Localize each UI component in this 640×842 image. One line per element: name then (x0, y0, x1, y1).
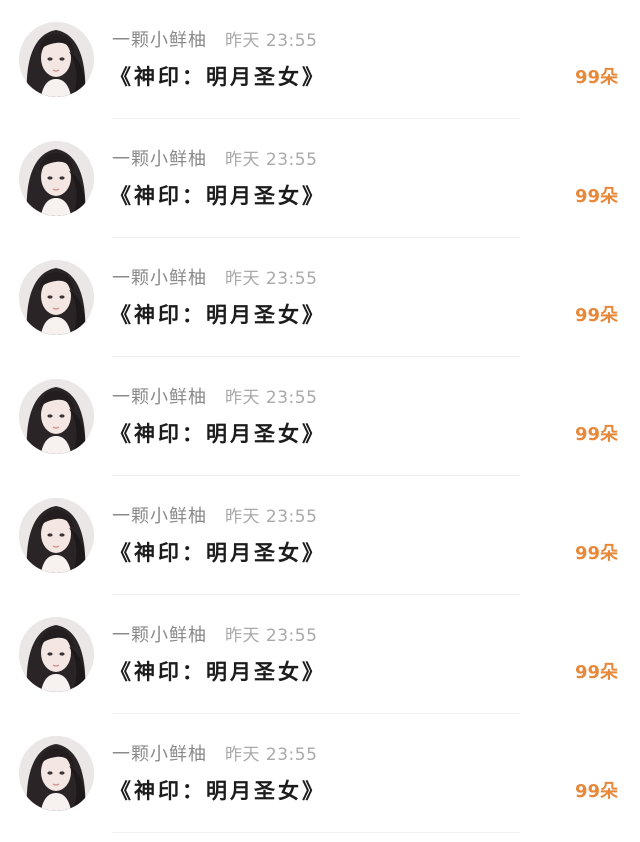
username[interactable]: 一颗小鲜柚 (112, 625, 207, 646)
user-avatar[interactable] (19, 141, 94, 216)
user-avatar[interactable] (19, 736, 94, 811)
timestamp: 昨天 23:55 (225, 388, 318, 408)
user-avatar[interactable] (19, 617, 94, 692)
avatar-portrait-icon (19, 141, 94, 216)
avatar-portrait-icon (19, 260, 94, 335)
gift-amount: 99朵 (574, 67, 618, 88)
list-item[interactable]: 一颗小鲜柚 昨天 23:55 《神印：明月圣女》 99朵 (0, 0, 640, 119)
gift-record-list: 一颗小鲜柚 昨天 23:55 《神印：明月圣女》 99朵 一颗小鲜柚 昨天 23:5… (0, 0, 640, 842)
gift-title[interactable]: 《神印：明月圣女》 (110, 775, 326, 807)
message-meta: 一颗小鲜柚 昨天 23:55 (112, 386, 317, 410)
gift-amount: 99朵 (574, 543, 618, 564)
message-meta: 一颗小鲜柚 昨天 23:55 (112, 743, 317, 767)
list-item[interactable]: 一颗小鲜柚 昨天 23:55 《神印：明月圣女》 99朵 (0, 119, 640, 238)
username[interactable]: 一颗小鲜柚 (112, 744, 207, 765)
avatar-portrait-icon (19, 498, 94, 573)
username[interactable]: 一颗小鲜柚 (112, 268, 207, 289)
username[interactable]: 一颗小鲜柚 (112, 30, 207, 51)
gift-title[interactable]: 《神印：明月圣女》 (110, 656, 326, 688)
gift-amount: 99朵 (574, 781, 618, 802)
message-meta: 一颗小鲜柚 昨天 23:55 (112, 148, 317, 172)
timestamp: 昨天 23:55 (225, 626, 318, 646)
gift-amount: 99朵 (574, 424, 618, 445)
user-avatar[interactable] (19, 498, 94, 573)
gift-title[interactable]: 《神印：明月圣女》 (110, 61, 326, 93)
list-item[interactable]: 一颗小鲜柚 昨天 23:55 《神印：明月圣女》 99朵 (0, 238, 640, 357)
gift-amount: 99朵 (574, 186, 618, 207)
avatar-portrait-icon (19, 617, 94, 692)
username[interactable]: 一颗小鲜柚 (112, 387, 207, 408)
timestamp: 昨天 23:55 (225, 31, 318, 51)
timestamp: 昨天 23:55 (225, 745, 318, 765)
list-item[interactable]: 一颗小鲜柚 昨天 23:55 《神印：明月圣女》 99朵 (0, 714, 640, 833)
timestamp: 昨天 23:55 (225, 269, 318, 289)
avatar-portrait-icon (19, 736, 94, 811)
username[interactable]: 一颗小鲜柚 (112, 506, 207, 527)
gift-amount: 99朵 (574, 662, 618, 683)
user-avatar[interactable] (19, 260, 94, 335)
gift-title[interactable]: 《神印：明月圣女》 (110, 418, 326, 450)
gift-title[interactable]: 《神印：明月圣女》 (110, 299, 326, 331)
timestamp: 昨天 23:55 (225, 150, 318, 170)
user-avatar[interactable] (19, 22, 94, 97)
avatar-portrait-icon (19, 22, 94, 97)
message-meta: 一颗小鲜柚 昨天 23:55 (112, 624, 317, 648)
user-avatar[interactable] (19, 379, 94, 454)
timestamp: 昨天 23:55 (225, 507, 318, 527)
row-divider (112, 832, 520, 833)
list-item[interactable]: 一颗小鲜柚 昨天 23:55 《神印：明月圣女》 99朵 (0, 476, 640, 595)
list-item[interactable]: 一颗小鲜柚 昨天 23:55 《神印：明月圣女》 99朵 (0, 595, 640, 714)
message-meta: 一颗小鲜柚 昨天 23:55 (112, 505, 317, 529)
username[interactable]: 一颗小鲜柚 (112, 149, 207, 170)
gift-title[interactable]: 《神印：明月圣女》 (110, 180, 326, 212)
gift-amount: 99朵 (574, 305, 618, 326)
gift-title[interactable]: 《神印：明月圣女》 (110, 537, 326, 569)
message-meta: 一颗小鲜柚 昨天 23:55 (112, 267, 317, 291)
message-meta: 一颗小鲜柚 昨天 23:55 (112, 29, 317, 53)
avatar-portrait-icon (19, 379, 94, 454)
list-item[interactable]: 一颗小鲜柚 昨天 23:55 《神印：明月圣女》 99朵 (0, 357, 640, 476)
